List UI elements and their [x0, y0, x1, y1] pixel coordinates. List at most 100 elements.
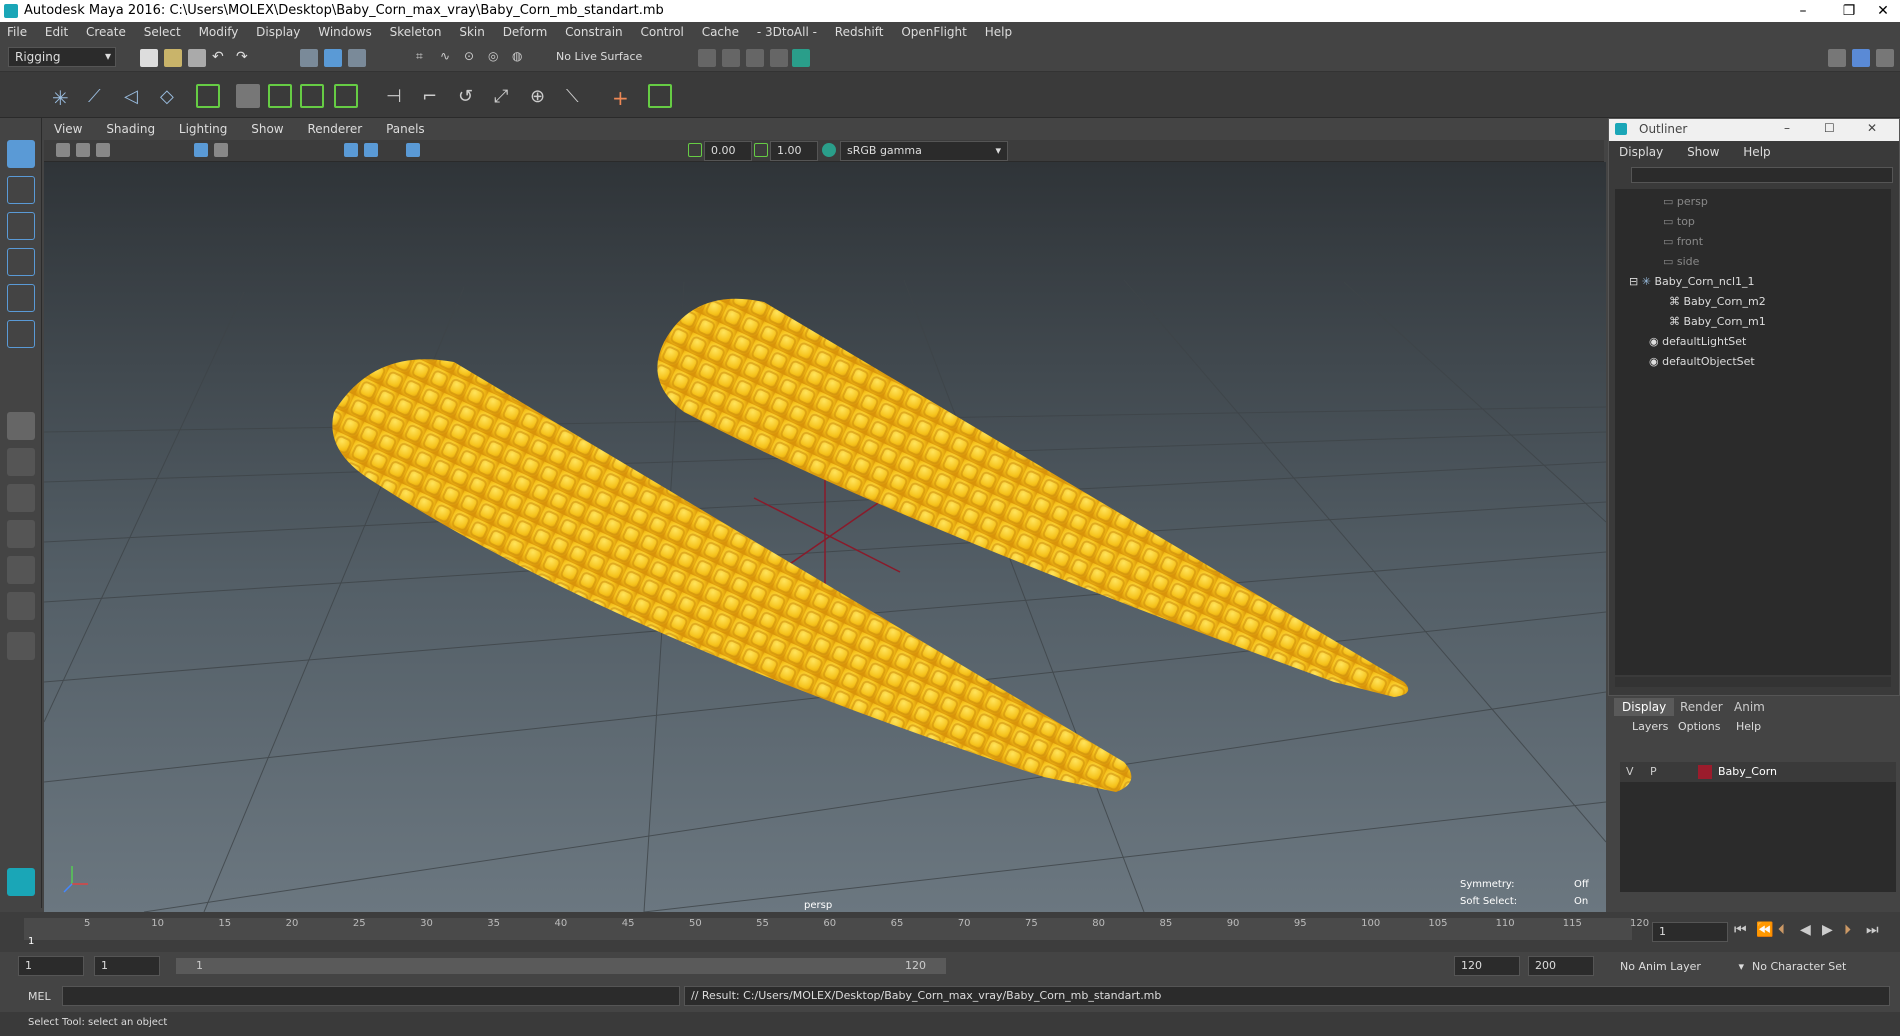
outliner-item-lightset[interactable]: ◉ defaultLightSet	[1649, 335, 1746, 348]
ik-spline-icon[interactable]: ◁	[124, 86, 142, 107]
interactive-bind-icon[interactable]	[334, 84, 358, 108]
ik-handle-icon[interactable]: ⟋	[88, 86, 106, 107]
layout-attribute-icon[interactable]	[1852, 49, 1870, 67]
render-settings-icon[interactable]	[746, 49, 764, 67]
playback-start-field[interactable]: 1	[94, 956, 160, 976]
menu-deform[interactable]: Deform	[496, 22, 555, 42]
locator-icon[interactable]: +	[612, 86, 630, 110]
layer-visibility[interactable]: V	[1626, 765, 1634, 778]
layer-menu-options[interactable]: Options	[1670, 718, 1728, 735]
outliner-item-top[interactable]: ▭ top	[1663, 215, 1695, 228]
goto-end-icon[interactable]: ⏭	[1866, 922, 1879, 938]
textured-icon[interactable]	[364, 143, 378, 157]
scene-start-field[interactable]: 1	[18, 956, 84, 976]
camera-select-icon[interactable]	[56, 143, 70, 157]
four-pane-icon[interactable]	[7, 448, 35, 476]
character-set-select[interactable]: No Character Set	[1752, 960, 1882, 973]
menu-set-select[interactable]: Rigging ▾	[8, 47, 116, 67]
single-pane-icon[interactable]	[7, 412, 35, 440]
command-input[interactable]	[62, 986, 680, 1006]
xray-icon[interactable]	[406, 143, 420, 157]
current-frame-field[interactable]: 1	[1652, 922, 1728, 942]
menu-select[interactable]: Select	[137, 22, 188, 42]
camera-attr-icon[interactable]	[76, 143, 90, 157]
menu-edit[interactable]: Edit	[38, 22, 75, 42]
snap-grid-icon[interactable]: ⌗	[416, 49, 434, 67]
vp-menu-renderer[interactable]: Renderer	[297, 120, 372, 138]
layer-menu-help[interactable]: Help	[1728, 718, 1769, 735]
outliner-hscrollbar[interactable]	[1615, 677, 1891, 687]
outliner-search-input[interactable]	[1631, 167, 1893, 183]
persp-outliner-icon[interactable]	[7, 520, 35, 548]
color-space-select[interactable]: sRGB gamma ▾	[840, 141, 1008, 161]
open-scene-icon[interactable]	[164, 49, 182, 67]
menu-windows[interactable]: Windows	[311, 22, 379, 42]
outliner-menu-show[interactable]: Show	[1677, 141, 1729, 163]
two-pane-icon[interactable]	[7, 484, 35, 512]
menu-control[interactable]: Control	[633, 22, 690, 42]
orient-joint-icon[interactable]	[236, 84, 260, 108]
play-forward-icon[interactable]: ▶	[1822, 922, 1833, 938]
menu-skin[interactable]: Skin	[452, 22, 492, 42]
close-button[interactable]: ✕	[1860, 0, 1900, 22]
vp-menu-lighting[interactable]: Lighting	[169, 120, 238, 138]
bookmark-icon[interactable]	[96, 143, 110, 157]
perspective-viewport[interactable]: persp Symmetry: Off Soft Select: On	[44, 162, 1606, 912]
film-gate-icon[interactable]	[214, 143, 228, 157]
collapse-toggle-icon[interactable]: ⊟	[1629, 275, 1642, 288]
outliner-menu-help[interactable]: Help	[1733, 141, 1780, 163]
step-back-key-icon[interactable]: ⏪	[1756, 922, 1773, 938]
outliner-menu-display[interactable]: Display	[1609, 141, 1673, 163]
outliner-close-button[interactable]: ✕	[1867, 121, 1877, 135]
menu-help[interactable]: Help	[978, 22, 1019, 42]
move-tool-icon[interactable]	[7, 248, 35, 276]
lasso-tool-icon[interactable]	[7, 176, 35, 204]
layer-playback[interactable]: P	[1650, 765, 1657, 778]
outliner-minimize-button[interactable]: –	[1784, 121, 1790, 135]
grid-toggle-icon[interactable]	[194, 143, 208, 157]
snap-view-icon[interactable]: ◎	[488, 49, 506, 67]
command-language[interactable]: MEL	[28, 990, 51, 1003]
layer-tab-render[interactable]: Render	[1672, 698, 1731, 716]
anim-layer-select[interactable]: No Anim Layer ▾	[1620, 960, 1744, 973]
hypershade-layout-icon[interactable]	[7, 592, 35, 620]
color-management-icon[interactable]	[822, 143, 836, 157]
vp-menu-view[interactable]: View	[44, 120, 92, 138]
orient-constraint-icon[interactable]: ↺	[458, 86, 476, 107]
play-back-icon[interactable]: ◀	[1800, 922, 1811, 938]
gamma-icon[interactable]	[754, 143, 768, 157]
menu-openflight[interactable]: OpenFlight	[894, 22, 974, 42]
snap-surface-icon[interactable]: ◍	[512, 49, 530, 67]
gamma-field[interactable]: 1.00	[770, 141, 818, 161]
smooth-bind-icon[interactable]	[300, 84, 324, 108]
menu-skeleton[interactable]: Skeleton	[383, 22, 449, 42]
point-constraint-icon[interactable]: ⊣	[386, 86, 404, 107]
playback-end-field[interactable]: 120	[1454, 956, 1520, 976]
outliner-item-group[interactable]: ⊟ ✳ Baby_Corn_ncl1_1	[1629, 275, 1755, 288]
select-tool-icon[interactable]	[7, 140, 35, 168]
menu-display[interactable]: Display	[249, 22, 307, 42]
save-scene-icon[interactable]	[188, 49, 206, 67]
render-view-icon[interactable]	[792, 49, 810, 67]
menu-constrain[interactable]: Constrain	[558, 22, 630, 42]
mirror-joint-icon[interactable]	[196, 84, 220, 108]
scale-constraint-icon[interactable]: ⤢	[494, 86, 512, 107]
menu-file[interactable]: File	[0, 22, 34, 42]
outliner-item-m2[interactable]: ⌘ Baby_Corn_m2	[1669, 295, 1766, 308]
outliner-item-front[interactable]: ▭ front	[1663, 235, 1703, 248]
joint-tool-icon[interactable]: ✳	[52, 86, 70, 110]
exposure-field[interactable]: 0.00	[704, 141, 752, 161]
render-icon[interactable]	[698, 49, 716, 67]
scene-end-field[interactable]: 200	[1528, 956, 1594, 976]
ipr-render-icon[interactable]	[722, 49, 740, 67]
outliner-item-m1[interactable]: ⌘ Baby_Corn_m1	[1669, 315, 1766, 328]
outliner-item-side[interactable]: ▭ side	[1663, 255, 1699, 268]
select-hierarchy-icon[interactable]	[300, 49, 318, 67]
menu-create[interactable]: Create	[79, 22, 133, 42]
menu-modify[interactable]: Modify	[192, 22, 246, 42]
aim-constraint-icon[interactable]: ⌐	[422, 86, 440, 107]
vp-menu-panels[interactable]: Panels	[376, 120, 435, 138]
pole-vector-icon[interactable]: ⟍	[566, 86, 584, 107]
smooth-shade-icon[interactable]	[344, 143, 358, 157]
outliner-item-objectset[interactable]: ◉ defaultObjectSet	[1649, 355, 1755, 368]
